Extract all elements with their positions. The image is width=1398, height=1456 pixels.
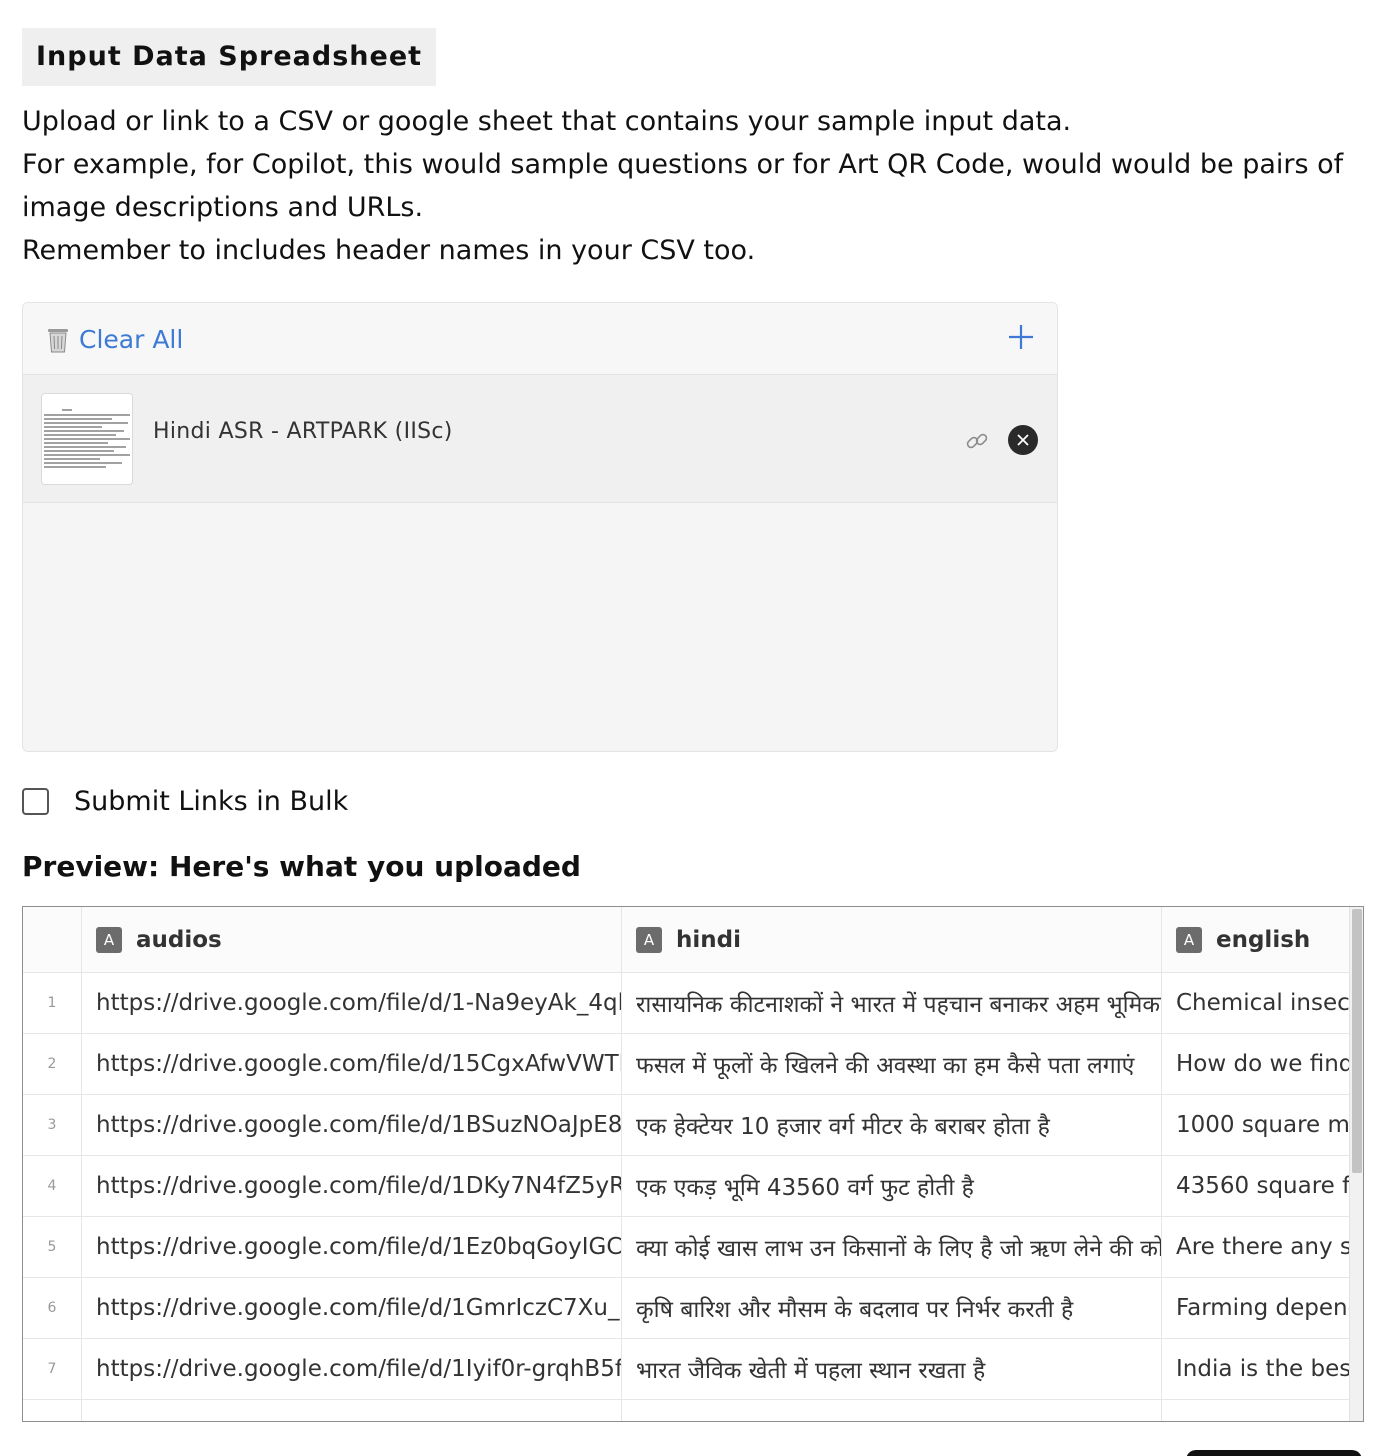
bulk-submit-option: Submit Links in Bulk bbox=[22, 786, 348, 817]
table-row[interactable] bbox=[23, 1400, 1363, 1421]
hindi-cell[interactable]: एक एकड़ भूमि 43560 वर्ग फुट होती है bbox=[622, 1156, 1162, 1216]
preview-title: Preview: Here's what you uploaded bbox=[22, 850, 581, 883]
bulk-links-label[interactable]: Submit Links in Bulk bbox=[74, 786, 348, 817]
row-index: 3 bbox=[23, 1095, 82, 1155]
row-index: 5 bbox=[23, 1217, 82, 1277]
row-index: 7 bbox=[23, 1339, 82, 1399]
english-cell[interactable]: 1000 square me bbox=[1162, 1095, 1363, 1155]
audios-cell[interactable]: https://drive.google.com/file/d/1Iyif0r-… bbox=[82, 1339, 622, 1399]
column-header-label: hindi bbox=[676, 926, 741, 953]
table-cell bbox=[23, 1400, 82, 1421]
bulk-links-checkbox[interactable] bbox=[22, 788, 49, 815]
audios-cell[interactable]: https://drive.google.com/file/d/1DKy7N4f… bbox=[82, 1156, 622, 1216]
table-header-row: A audios A hindi A english bbox=[23, 907, 1363, 973]
table-row[interactable]: 2 https://drive.google.com/file/d/15CgxAf… bbox=[23, 1034, 1363, 1095]
english-cell[interactable]: 43560 square fe bbox=[1162, 1156, 1363, 1216]
section-description: Upload or link to a CSV or google sheet … bbox=[22, 100, 1362, 272]
english-cell[interactable]: Chemical insect bbox=[1162, 973, 1363, 1033]
audios-cell[interactable]: https://drive.google.com/file/d/1Ez0bqGo… bbox=[82, 1217, 622, 1277]
english-cell[interactable]: Farming depend bbox=[1162, 1278, 1363, 1338]
hindi-cell[interactable]: फसल में फूलों के खिलने की अवस्था का हम क… bbox=[622, 1034, 1162, 1094]
column-header-audios[interactable]: A audios bbox=[82, 907, 622, 972]
table-row[interactable]: 1 https://drive.google.com/file/d/1-Na9ey… bbox=[23, 973, 1363, 1034]
table-row[interactable]: 4 https://drive.google.com/file/d/1DKy7N4… bbox=[23, 1156, 1363, 1217]
column-header-label: audios bbox=[136, 926, 222, 953]
english-cell[interactable]: How do we find bbox=[1162, 1034, 1363, 1094]
scrollbar-thumb[interactable] bbox=[1352, 909, 1362, 1173]
file-uploader[interactable]: Clear All Hindi ASR - ARTPARK (IISc) bbox=[22, 302, 1058, 752]
uploader-header: Clear All bbox=[23, 303, 1057, 375]
text-type-icon: A bbox=[1176, 926, 1202, 953]
remove-file-icon[interactable] bbox=[1008, 425, 1038, 455]
table-row[interactable]: 5 https://drive.google.com/file/d/1Ez0bqG… bbox=[23, 1217, 1363, 1278]
audios-cell[interactable]: https://drive.google.com/file/d/1BSuzNOa… bbox=[82, 1095, 622, 1155]
column-header-label: english bbox=[1216, 926, 1311, 953]
row-index: 1 bbox=[23, 973, 82, 1033]
description-line: Upload or link to a CSV or google sheet … bbox=[22, 106, 1072, 137]
hindi-cell[interactable]: क्या कोई खास लाभ उन किसानों के लिए है जो… bbox=[622, 1217, 1162, 1277]
trash-icon bbox=[45, 326, 71, 354]
uploaded-file-item: Hindi ASR - ARTPARK (IISc) bbox=[23, 375, 1057, 503]
row-index: 4 bbox=[23, 1156, 82, 1216]
file-thumbnail bbox=[41, 393, 133, 485]
row-index: 2 bbox=[23, 1034, 82, 1094]
audios-cell[interactable]: https://drive.google.com/file/d/1-Na9eyA… bbox=[82, 973, 622, 1033]
table-row[interactable]: 6 https://drive.google.com/file/d/1GmrIcz… bbox=[23, 1278, 1363, 1339]
link-icon[interactable] bbox=[963, 427, 991, 455]
hindi-cell[interactable]: एक हेक्टेयर 10 हजार वर्ग मीटर के बराबर ह… bbox=[622, 1095, 1162, 1155]
section-title: Input Data Spreadsheet bbox=[22, 28, 437, 86]
english-cell[interactable]: Are there any sp bbox=[1162, 1217, 1363, 1277]
file-name: Hindi ASR - ARTPARK (IISc) bbox=[153, 419, 453, 444]
table-cell bbox=[1162, 1400, 1363, 1421]
bottom-edge-element bbox=[1186, 1450, 1362, 1456]
text-type-icon: A bbox=[96, 926, 122, 953]
hindi-cell[interactable]: कृषि बारिश और मौसम के बदलाव पर निर्भर कर… bbox=[622, 1278, 1162, 1338]
preview-table[interactable]: A audios A hindi A english 1 https://driv… bbox=[22, 906, 1364, 1422]
index-header-cell bbox=[23, 907, 82, 972]
description-line: For example, for Copilot, this would sam… bbox=[22, 149, 1344, 223]
clear-all-label: Clear All bbox=[79, 325, 184, 354]
plus-icon bbox=[1009, 325, 1033, 349]
description-line: Remember to includes header names in you… bbox=[22, 235, 756, 266]
column-header-english[interactable]: A english bbox=[1162, 907, 1363, 972]
hindi-cell[interactable]: भारत जैविक खेती में पहला स्थान रखता है bbox=[622, 1339, 1162, 1399]
text-type-icon: A bbox=[636, 926, 662, 953]
table-scrollbar[interactable] bbox=[1349, 907, 1363, 1421]
english-cell[interactable]: India is the best bbox=[1162, 1339, 1363, 1399]
audios-cell[interactable]: https://drive.google.com/file/d/1GmrIczC… bbox=[82, 1278, 622, 1338]
clear-all-button[interactable]: Clear All bbox=[45, 325, 183, 354]
table-row[interactable]: 7 https://drive.google.com/file/d/1Iyif0r… bbox=[23, 1339, 1363, 1400]
table-cell bbox=[82, 1400, 622, 1421]
table-row[interactable]: 3 https://drive.google.com/file/d/1BSuzNO… bbox=[23, 1095, 1363, 1156]
row-index: 6 bbox=[23, 1278, 82, 1338]
column-header-hindi[interactable]: A hindi bbox=[622, 907, 1162, 972]
audios-cell[interactable]: https://drive.google.com/file/d/15CgxAfw… bbox=[82, 1034, 622, 1094]
table-cell bbox=[622, 1400, 1162, 1421]
add-file-button[interactable] bbox=[1005, 321, 1037, 353]
hindi-cell[interactable]: रासायनिक कीटनाशकों ने भारत में पहचान बना… bbox=[622, 973, 1162, 1033]
